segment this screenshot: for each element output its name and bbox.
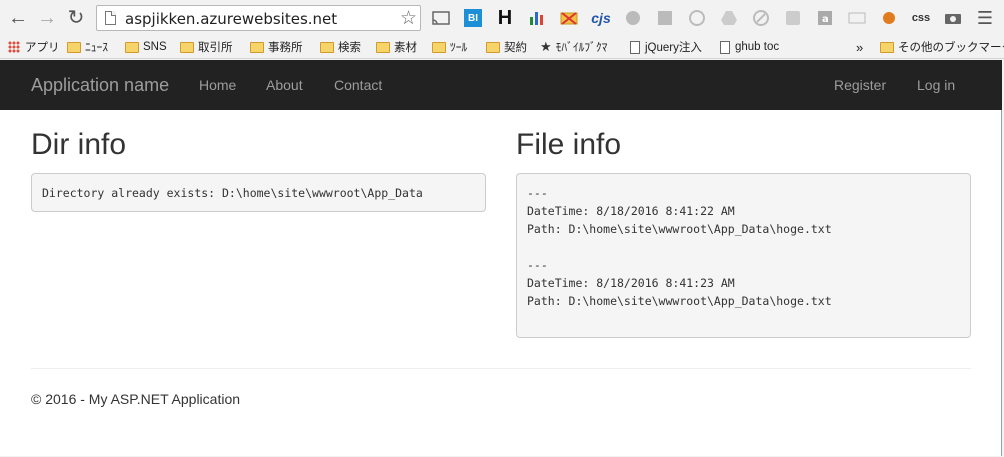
site-navbar: Application name Home About Contact Regi… [0,60,1002,110]
bookmark-folder[interactable]: 素材 [376,39,417,55]
dir-info-heading: Dir info [31,128,127,161]
bookmark-mobile[interactable]: ★ ﾓﾊﾞｲﾙﾌﾞｸﾏ [540,39,607,55]
menu-icon[interactable]: ☰ [972,5,998,31]
a-extension-icon[interactable]: a [812,5,838,31]
folder-icon [67,41,81,53]
nav-contact[interactable]: Contact [334,77,382,93]
browser-toolbar: ← → ↻ aspjikken.azurewebsites.net ☆ BI H… [0,0,1004,35]
address-url[interactable]: aspjikken.azurewebsites.net [125,10,337,28]
apps-grid-icon [8,41,20,53]
back-arrow-icon[interactable]: ← [6,6,30,30]
fox-extension-icon[interactable] [876,5,902,31]
bookmark-folder[interactable]: 取引所 [180,39,233,55]
extensions-bar: BI H cjs a css ☰ [428,5,1004,31]
page-icon [105,11,116,25]
gray-extension-icon[interactable] [652,5,678,31]
folder-icon [320,41,334,53]
drive-icon[interactable] [716,5,742,31]
rss-icon[interactable] [780,5,806,31]
envelope-icon[interactable] [844,5,870,31]
h-extension-icon[interactable]: H [492,5,518,31]
cjs-extension-icon[interactable]: cjs [588,5,614,31]
svg-text:a: a [822,14,829,25]
gray-extension-icon[interactable] [684,5,710,31]
brand-link[interactable]: Application name [31,75,169,96]
folder-icon [180,41,194,53]
web-page: Application name Home About Contact Regi… [0,60,1002,456]
file-info-heading: File info [516,128,622,161]
reload-icon[interactable]: ↻ [64,6,88,30]
css-extension-icon[interactable]: css [908,5,934,31]
cast-icon[interactable] [428,5,454,31]
bookmark-folder[interactable]: ﾆｭｰｽ [67,39,108,55]
nav-home[interactable]: Home [199,77,236,93]
page-icon [630,40,640,54]
dir-info-block: Directory already exists: D:\home\site\w… [31,173,486,212]
gray-extension-icon[interactable] [748,5,774,31]
nav-about[interactable]: About [266,77,303,93]
bookmark-folder[interactable]: 検索 [320,39,361,55]
address-bar[interactable]: aspjikken.azurewebsites.net ☆ [96,5,421,31]
nav-login[interactable]: Log in [917,77,955,93]
folder-icon [880,41,894,53]
footer-text: © 2016 - My ASP.NET Application [31,391,241,407]
bookmark-folder[interactable]: SNS [125,39,167,55]
bookmark-star-icon[interactable]: ☆ [400,7,417,30]
bookmark-folder[interactable]: 事務所 [250,39,303,55]
page-icon [720,40,730,54]
bookmarks-overflow-chevron[interactable]: » [856,39,863,55]
bookmark-apps[interactable]: アプリ [8,39,60,55]
folder-icon [125,41,139,53]
bookmark-folder[interactable]: 契約 [486,39,527,55]
folder-icon [376,41,390,53]
bookmark-folder[interactable]: ﾂｰﾙ [432,39,467,55]
folder-icon [486,41,500,53]
forward-arrow-icon[interactable]: → [35,6,59,30]
bookmark-ghub-toc[interactable]: ghub toc [720,39,779,55]
folder-icon [432,41,446,53]
star-icon: ★ [540,39,552,54]
camera-icon[interactable] [940,5,966,31]
gray-extension-icon[interactable] [620,5,646,31]
mail-extension-icon[interactable] [556,5,582,31]
nav-register[interactable]: Register [834,77,886,93]
chart-extension-icon[interactable] [524,5,550,31]
folder-icon [250,41,264,53]
bookmark-jquery[interactable]: jQuery注入 [630,39,702,55]
footer-divider [31,368,971,369]
bookmark-other[interactable]: その他のブックマーク [880,39,1004,55]
file-info-block: --- DateTime: 8/18/2016 8:41:22 AM Path:… [516,173,971,338]
bookmarks-bar: アプリ ﾆｭｰｽ SNS 取引所 事務所 検索 素材 ﾂｰﾙ 契約 ★ ﾓﾊﾞｲﾙ… [0,35,1004,59]
bi-extension-icon[interactable]: BI [464,9,482,27]
